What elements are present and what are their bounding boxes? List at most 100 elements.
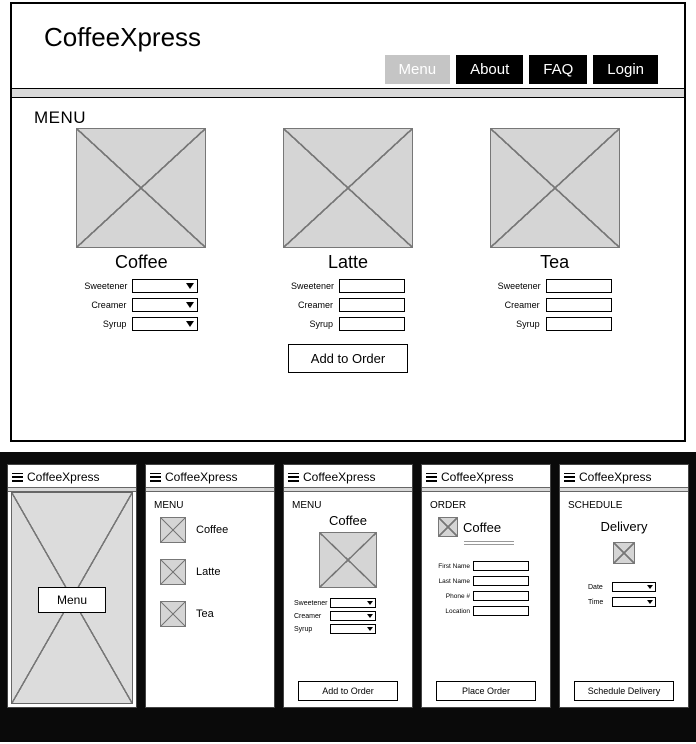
product-card-tea: Tea Sweetener Creamer Syrup xyxy=(465,128,645,336)
image-placeholder xyxy=(613,542,635,564)
product-name: Tea xyxy=(196,608,214,620)
option-label: Sweetener xyxy=(84,281,126,291)
form-label: Date xyxy=(588,584,608,591)
product-options: Sweetener Creamer Syrup xyxy=(498,279,612,336)
product-name: Latte xyxy=(328,252,368,273)
place-order-button[interactable]: Place Order xyxy=(436,681,536,701)
sweetener-input[interactable] xyxy=(339,279,405,293)
divider xyxy=(464,541,514,542)
menu-button[interactable]: Menu xyxy=(38,587,106,613)
product-name: Latte xyxy=(196,566,220,578)
image-placeholder xyxy=(160,601,186,627)
product-name: Coffee xyxy=(463,520,501,535)
image-placeholder xyxy=(160,517,186,543)
hamburger-icon[interactable] xyxy=(150,473,161,482)
date-dropdown[interactable] xyxy=(612,582,656,592)
option-label: Creamer xyxy=(291,300,333,310)
creamer-dropdown[interactable] xyxy=(132,298,198,312)
form-label: Time xyxy=(588,599,608,606)
site-title: CoffeeXpress xyxy=(579,470,652,484)
option-label: Creamer xyxy=(294,613,326,620)
main-nav: Menu About FAQ Login xyxy=(12,49,684,84)
section-title: MENU xyxy=(292,500,406,511)
form-label: Phone # xyxy=(434,593,470,600)
product-name: Coffee xyxy=(196,524,228,536)
mobile-wireframes: CoffeeXpress Menu CoffeeXpress MENU Coff… xyxy=(0,452,696,742)
nav-faq[interactable]: FAQ xyxy=(529,55,587,84)
form-label: Location xyxy=(434,608,470,615)
product-card-latte: Latte Sweetener Creamer Syrup xyxy=(258,128,438,336)
form-label: First Name xyxy=(434,563,470,570)
add-to-order-button[interactable]: Add to Order xyxy=(298,681,398,701)
divider xyxy=(464,544,514,545)
order-form: First Name Last Name Phone # Location xyxy=(428,561,544,616)
option-label: Syrup xyxy=(498,319,540,329)
product-card-coffee: Coffee Sweetener Creamer Syrup xyxy=(51,128,231,336)
product-name: Tea xyxy=(540,252,569,273)
image-placeholder xyxy=(319,532,377,588)
image-placeholder xyxy=(76,128,206,248)
site-title: CoffeeXpress xyxy=(165,470,238,484)
mobile-screen-home: CoffeeXpress Menu xyxy=(7,464,137,708)
sweetener-input[interactable] xyxy=(546,279,612,293)
first-name-input[interactable] xyxy=(473,561,529,571)
site-title: CoffeeXpress xyxy=(303,470,376,484)
hamburger-icon[interactable] xyxy=(12,473,23,482)
time-dropdown[interactable] xyxy=(612,597,656,607)
option-label: Creamer xyxy=(498,300,540,310)
image-placeholder xyxy=(490,128,620,248)
product-options: Sweetener Creamer Syrup xyxy=(84,279,198,336)
nav-login[interactable]: Login xyxy=(593,55,658,84)
syrup-dropdown[interactable] xyxy=(330,624,376,634)
option-label: Creamer xyxy=(84,300,126,310)
schedule-subtitle: Delivery xyxy=(566,519,682,534)
form-label: Last Name xyxy=(434,578,470,585)
header-separator xyxy=(12,88,684,98)
image-placeholder xyxy=(160,559,186,585)
product-options: Sweetener Creamer Syrup xyxy=(291,279,405,336)
syrup-input[interactable] xyxy=(546,317,612,331)
creamer-input[interactable] xyxy=(339,298,405,312)
image-placeholder xyxy=(438,517,458,537)
section-title: MENU xyxy=(12,98,684,130)
sweetener-dropdown[interactable] xyxy=(132,279,198,293)
creamer-input[interactable] xyxy=(546,298,612,312)
list-item[interactable]: Tea xyxy=(160,601,268,627)
mobile-screen-schedule: CoffeeXpress SCHEDULE Delivery Date Time… xyxy=(559,464,689,708)
location-input[interactable] xyxy=(473,606,529,616)
section-title: MENU xyxy=(154,500,268,511)
desktop-wireframe: CoffeeXpress Menu About FAQ Login MENU C… xyxy=(10,2,686,442)
product-name: Coffee xyxy=(115,252,168,273)
image-placeholder xyxy=(283,128,413,248)
option-label: Syrup xyxy=(84,319,126,329)
phone-input[interactable] xyxy=(473,591,529,601)
syrup-input[interactable] xyxy=(339,317,405,331)
list-item[interactable]: Coffee xyxy=(160,517,268,543)
option-label: Sweetener xyxy=(498,281,540,291)
option-label: Sweetener xyxy=(291,281,333,291)
header: CoffeeXpress xyxy=(12,4,684,53)
mobile-screen-menu-list: CoffeeXpress MENU Coffee Latte Tea xyxy=(145,464,275,708)
site-title: CoffeeXpress xyxy=(441,470,514,484)
section-title: SCHEDULE xyxy=(568,500,682,511)
site-title: CoffeeXpress xyxy=(27,470,100,484)
hamburger-icon[interactable] xyxy=(426,473,437,482)
list-item[interactable]: Latte xyxy=(160,559,268,585)
add-to-order-button[interactable]: Add to Order xyxy=(288,344,408,373)
hamburger-icon[interactable] xyxy=(564,473,575,482)
schedule-delivery-button[interactable]: Schedule Delivery xyxy=(574,681,674,701)
option-label: Sweetener xyxy=(294,600,326,607)
mobile-screen-order: CoffeeXpress ORDER Coffee First Name Las… xyxy=(421,464,551,708)
last-name-input[interactable] xyxy=(473,576,529,586)
option-label: Syrup xyxy=(294,626,326,633)
creamer-dropdown[interactable] xyxy=(330,611,376,621)
option-label: Syrup xyxy=(291,319,333,329)
product-grid: Coffee Sweetener Creamer Syrup Latte Swe… xyxy=(12,128,684,336)
section-title: ORDER xyxy=(430,500,544,511)
product-name: Coffee xyxy=(290,513,406,528)
nav-about[interactable]: About xyxy=(456,55,523,84)
sweetener-dropdown[interactable] xyxy=(330,598,376,608)
hamburger-icon[interactable] xyxy=(288,473,299,482)
nav-menu[interactable]: Menu xyxy=(385,55,451,84)
syrup-dropdown[interactable] xyxy=(132,317,198,331)
